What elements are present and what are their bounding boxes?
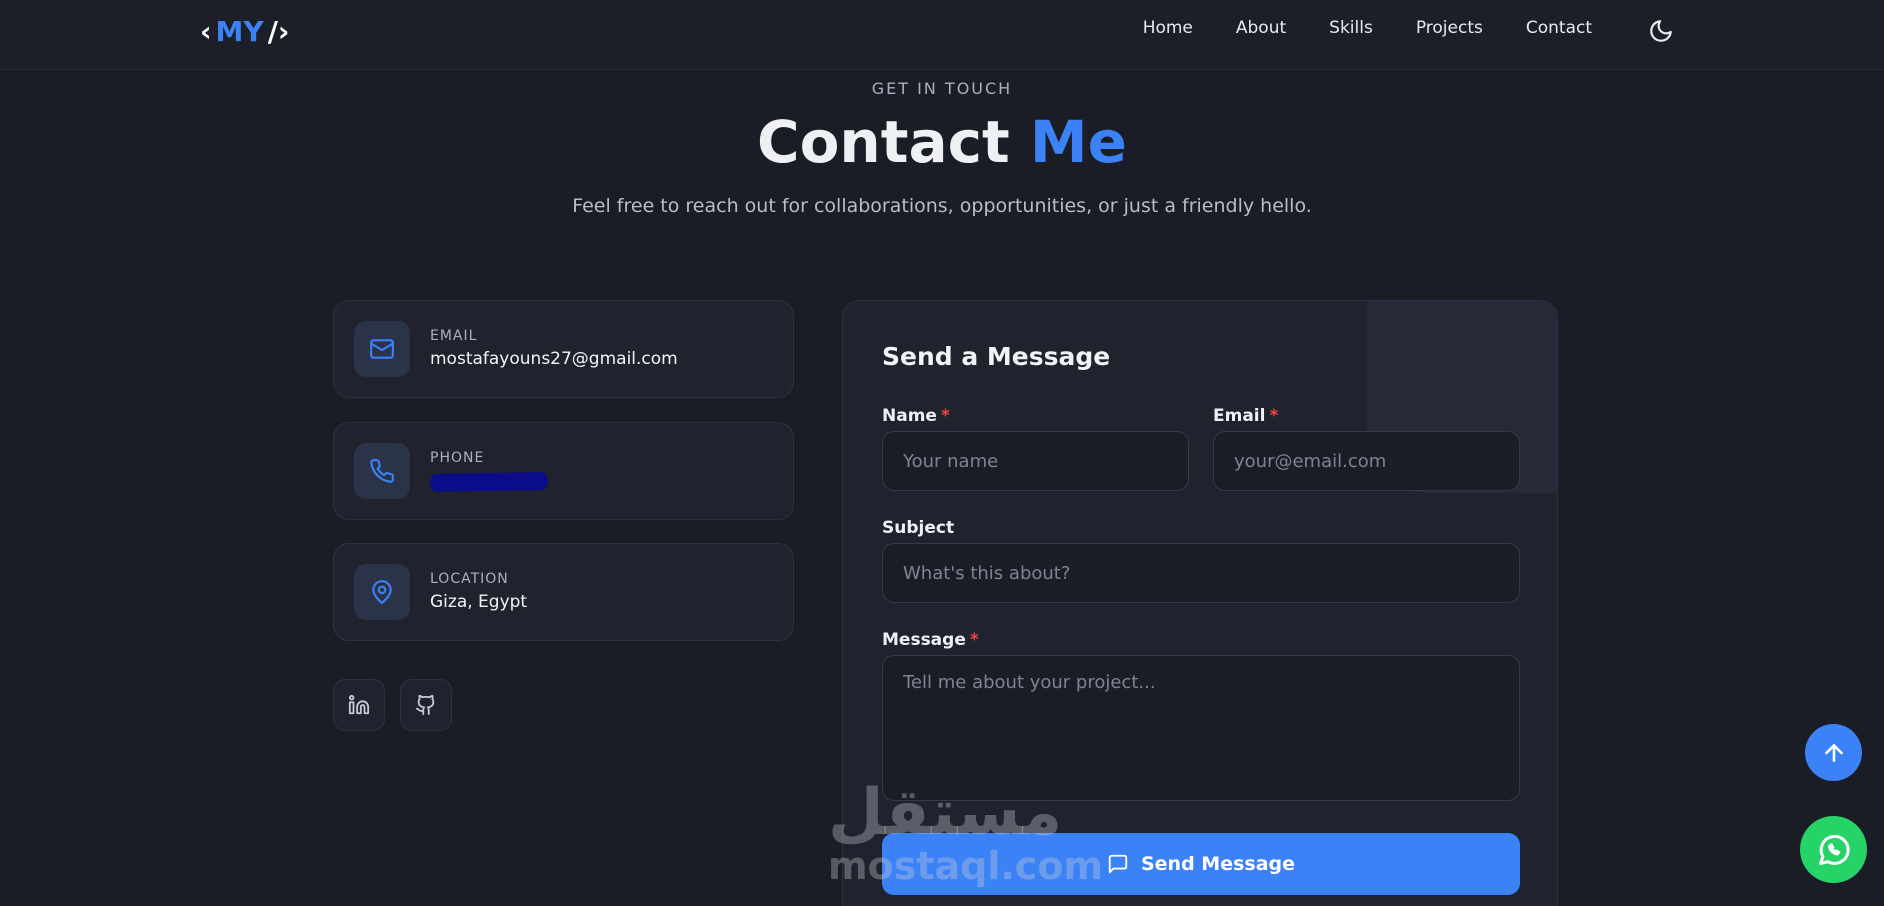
page-subtitle: Feel free to reach out for collaboration… xyxy=(572,195,1312,217)
name-input[interactable] xyxy=(882,431,1189,491)
linkedin-icon[interactable] xyxy=(333,679,385,731)
required-mark: * xyxy=(969,630,979,650)
nav-link-projects[interactable]: Projects xyxy=(1416,18,1483,38)
whatsapp-button[interactable] xyxy=(1800,816,1867,883)
nav-link-contact[interactable]: Contact xyxy=(1526,18,1592,38)
logo[interactable]: ‹ MY /› xyxy=(200,14,289,48)
title-main: Contact xyxy=(757,108,1010,176)
send-message-label: Send Message xyxy=(1140,853,1296,875)
location-card: LOCATION Giza, Egypt xyxy=(333,543,794,641)
phone-icon xyxy=(354,443,410,499)
subject-input[interactable] xyxy=(882,543,1520,603)
moon-icon[interactable] xyxy=(1648,18,1674,44)
nav-link-home[interactable]: Home xyxy=(1143,18,1193,38)
email-input[interactable] xyxy=(1213,431,1520,491)
send-message-button[interactable]: Send Message xyxy=(882,833,1520,895)
location-label: LOCATION xyxy=(430,571,509,587)
arrow-up-icon xyxy=(1824,743,1843,762)
phone-label: PHONE xyxy=(430,450,485,466)
subject-label: Subject xyxy=(882,518,955,538)
email-field-label: Email * xyxy=(1213,406,1278,426)
section-eyebrow: GET IN TOUCH xyxy=(871,79,1013,98)
message-label: Message * xyxy=(882,630,979,650)
name-label: Name * xyxy=(882,406,950,426)
required-mark: * xyxy=(1269,406,1279,426)
form-title: Send a Message xyxy=(882,342,1111,371)
nav-links: Home About Skills Projects Contact xyxy=(1143,18,1592,38)
nav-link-skills[interactable]: Skills xyxy=(1329,18,1373,38)
redacted-phone-number xyxy=(429,471,549,493)
location-value: Giza, Egypt xyxy=(430,592,528,612)
logo-close-bracket: /› xyxy=(267,14,290,48)
name-label-text: Name xyxy=(882,406,937,426)
map-pin-icon xyxy=(354,564,410,620)
whatsapp-icon xyxy=(1818,834,1850,865)
message-label-text: Message xyxy=(882,630,966,650)
email-card: EMAIL mostafayouns27@gmail.com xyxy=(333,300,794,398)
nav-link-about[interactable]: About xyxy=(1236,18,1286,38)
message-square-icon xyxy=(1108,854,1128,874)
navbar: ‹ MY /› Home About Skills Projects Conta… xyxy=(0,0,1884,70)
email-label: EMAIL xyxy=(430,328,478,344)
logo-open-bracket: ‹ xyxy=(200,14,212,48)
scroll-to-top-button[interactable] xyxy=(1805,724,1862,781)
email-value[interactable]: mostafayouns27@gmail.com xyxy=(430,349,678,369)
page-title: Contact Me xyxy=(0,108,1884,176)
phone-card: PHONE xyxy=(333,422,794,520)
title-accent: Me xyxy=(1029,108,1127,176)
contact-form: Send a Message Name* Email* Subject Mess… xyxy=(842,300,1558,906)
email-field-label-text: Email xyxy=(1213,406,1266,426)
message-textarea[interactable] xyxy=(882,655,1520,801)
required-mark: * xyxy=(940,406,950,426)
mail-icon xyxy=(354,321,410,377)
logo-text: MY xyxy=(215,14,264,48)
github-icon[interactable] xyxy=(400,679,452,731)
